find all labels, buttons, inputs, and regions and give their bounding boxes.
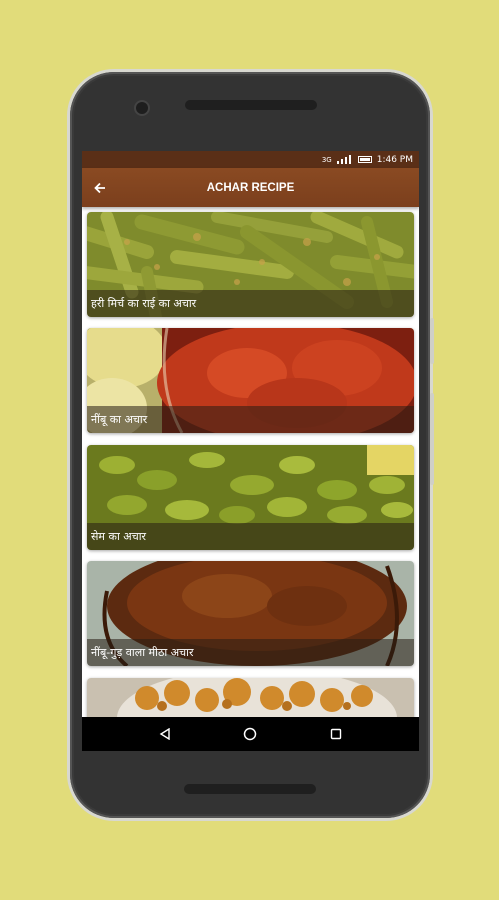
network-icon: 3G [321, 155, 332, 164]
recipe-card[interactable]: नींबू का अचार [87, 328, 414, 433]
back-button[interactable] [82, 168, 118, 207]
status-bar: 3G 1:46 PM [82, 151, 419, 168]
nav-home-button[interactable] [235, 719, 265, 749]
earpiece-speaker [185, 100, 317, 110]
nav-back-icon [159, 728, 170, 740]
system-nav-bar [82, 717, 419, 751]
recipe-card[interactable]: हरी मिर्च का राई का अचार [87, 212, 414, 317]
recipe-title: हरी मिर्च का राई का अचार [87, 290, 414, 317]
app-bar: ACHAR RECIPE [82, 168, 419, 207]
recipe-card[interactable]: सेम का अचार [87, 445, 414, 550]
recipe-title: नींबू-गुड़ वाला मीठा अचार [87, 639, 414, 666]
volume-button [430, 393, 434, 485]
recipe-list[interactable]: हरी मिर्च का राई का अचार नींबू का अचार स… [82, 207, 419, 717]
recipe-title: नींबू का अचार [87, 406, 414, 433]
screen: 3G 1:46 PM ACHAR RECIPE हरी मिर्च का राई… [82, 151, 419, 751]
recipe-image-cauliflower [87, 678, 414, 717]
power-button [430, 318, 434, 364]
recipe-card[interactable] [87, 678, 414, 717]
signal-icon [336, 155, 353, 164]
status-time: 1:46 PM [376, 154, 413, 165]
bottom-speaker [184, 784, 316, 794]
recipe-title: सेम का अचार [87, 523, 414, 550]
recipe-card[interactable]: नींबू-गुड़ वाला मीठा अचार [87, 561, 414, 666]
nav-recents-icon [330, 728, 342, 740]
battery-icon [357, 156, 372, 163]
front-camera [136, 102, 148, 114]
back-arrow-icon [94, 182, 105, 193]
nav-back-button[interactable] [150, 719, 180, 749]
page-title: ACHAR RECIPE [206, 181, 295, 194]
nav-recents-button[interactable] [321, 719, 351, 749]
nav-home-icon [244, 727, 257, 741]
